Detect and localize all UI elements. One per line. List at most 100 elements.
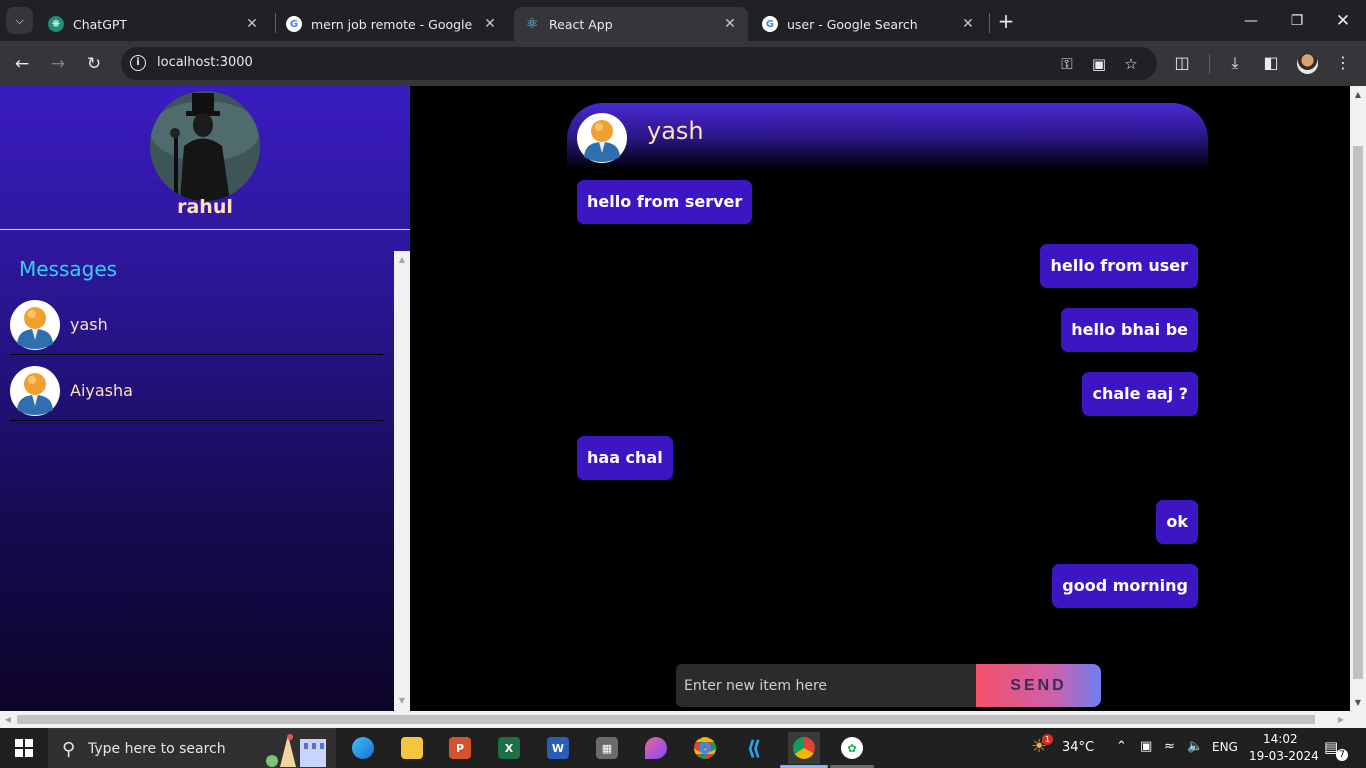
clock-date[interactable]: 19-03-2024 (1249, 749, 1319, 763)
close-icon[interactable]: ✕ (960, 16, 976, 32)
taskbar-search-placeholder: Type here to search (88, 741, 226, 757)
chevron-up-icon[interactable]: ⌃ (1116, 739, 1127, 754)
new-tab-button[interactable]: + (993, 8, 1019, 34)
minimize-button[interactable]: — (1228, 0, 1274, 41)
restore-button[interactable]: ❐ (1274, 0, 1320, 41)
chrome-icon (694, 737, 716, 759)
search-highlight-illustration-icon (266, 734, 326, 767)
message-bubble-outgoing: ok (1156, 500, 1198, 544)
taskbar-excel[interactable]: X (493, 732, 525, 764)
scroll-down-icon[interactable]: ▼ (398, 697, 406, 705)
language-indicator[interactable]: ENG (1212, 740, 1238, 754)
taskbar: ⚲ Type here to search P X W ▦ ⟪ ✿ ☀ 1 34… (0, 728, 1366, 768)
taskbar-paint[interactable] (640, 732, 672, 764)
vertical-scrollbar[interactable]: ▲ ▼ (1350, 86, 1366, 728)
more-menu-icon[interactable]: ⋮ (1332, 52, 1354, 74)
close-window-button[interactable]: ✕ (1320, 0, 1366, 41)
scroll-up-icon[interactable]: ▲ (1353, 90, 1363, 100)
tab-strip: ⌵ ❋ ChatGPT ✕ G mern job remote - Google… (0, 0, 1366, 41)
tab-title: ChatGPT (73, 16, 128, 32)
tab-title: React App (549, 16, 613, 32)
google-icon: G (286, 16, 302, 32)
taskbar-search[interactable]: ⚲ Type here to search (48, 728, 336, 768)
react-icon: ⚛ (525, 16, 539, 32)
taskbar-calculator[interactable]: ▦ (591, 732, 623, 764)
folder-icon (401, 737, 423, 759)
sidebar-scrollbar[interactable]: ▲ ▼ (394, 251, 410, 711)
taskbar-mongodb[interactable]: ✿ (836, 732, 868, 764)
star-icon[interactable]: ☆ (1121, 54, 1141, 74)
contact-name: yash (70, 315, 108, 334)
extensions-icon[interactable]: ◫ (1171, 52, 1193, 74)
horizontal-scroll-thumb[interactable] (17, 715, 1315, 724)
taskbar-powerpoint[interactable]: P (444, 732, 476, 764)
chat-header: yash (567, 103, 1208, 171)
forward-button[interactable]: → (44, 50, 72, 78)
address-bar[interactable]: i localhost:3000 ⚿ ▣ ☆ (121, 47, 1157, 80)
google-icon: G (762, 16, 778, 32)
horizontal-scrollbar[interactable]: ◀ ▶ (0, 711, 1350, 728)
download-icon[interactable]: ⤓ (1224, 52, 1246, 74)
send-button[interactable]: SEND (976, 664, 1101, 707)
windows-logo-icon (15, 739, 33, 757)
current-user-avatar[interactable] (150, 91, 260, 201)
tab-chatgpt[interactable]: ❋ ChatGPT ✕ (38, 7, 270, 41)
powerpoint-icon: P (449, 737, 471, 759)
arrow-right-icon: → (50, 54, 66, 74)
vertical-scroll-thumb[interactable] (1353, 146, 1363, 679)
weather-temperature[interactable]: 34°C (1062, 740, 1094, 755)
side-panel-icon[interactable]: ◧ (1260, 52, 1282, 74)
taskbar-chrome[interactable] (689, 732, 721, 764)
close-icon: ✕ (1335, 10, 1351, 31)
restore-icon: ❐ (1290, 12, 1304, 29)
reload-button[interactable]: ↻ (80, 50, 108, 78)
current-user-name: rahul (177, 196, 233, 218)
avatar-image (150, 91, 260, 201)
back-button[interactable]: ← (8, 50, 36, 78)
tab-title: mern job remote - Google Search (311, 16, 476, 32)
tab-mern-search[interactable]: G mern job remote - Google Search ✕ (276, 7, 508, 41)
taskbar-vscode[interactable]: ⟪ (738, 732, 770, 764)
site-info-icon[interactable]: i (130, 55, 146, 71)
message-input[interactable] (676, 664, 976, 707)
user-avatar-icon (577, 113, 627, 163)
reload-icon: ↻ (86, 54, 102, 74)
plus-icon: + (997, 9, 1015, 33)
taskbar-edge[interactable] (347, 732, 379, 764)
vscode-icon: ⟪ (746, 736, 762, 760)
chevron-down-icon: ⌵ (15, 13, 24, 27)
excel-icon: X (498, 737, 520, 759)
tab-user-search[interactable]: G user - Google Search ✕ (752, 7, 986, 41)
arrow-left-icon: ← (14, 54, 30, 74)
messages-heading: Messages (19, 257, 118, 281)
close-icon[interactable]: ✕ (482, 16, 498, 32)
tab-search-button[interactable]: ⌵ (6, 7, 33, 34)
close-icon[interactable]: ✕ (722, 16, 738, 32)
scroll-left-icon[interactable]: ◀ (3, 715, 13, 725)
taskbar-chrome-active[interactable] (788, 732, 820, 764)
scroll-up-icon[interactable]: ▲ (398, 256, 406, 264)
key-icon[interactable]: ⚿ (1057, 54, 1077, 74)
install-app-icon[interactable]: ▣ (1089, 54, 1109, 74)
scroll-down-icon[interactable]: ▼ (1353, 698, 1363, 708)
word-icon: W (547, 737, 569, 759)
contact-item-yash[interactable]: yash (10, 293, 383, 355)
scroll-right-icon[interactable]: ▶ (1336, 715, 1346, 725)
profile-avatar[interactable] (1297, 53, 1318, 74)
start-button[interactable] (0, 728, 48, 768)
close-icon[interactable]: ✕ (244, 16, 260, 32)
clock-time[interactable]: 14:02 (1263, 732, 1298, 746)
meet-now-icon[interactable]: ▣ (1140, 739, 1152, 754)
message-bubble-outgoing: hello bhai be (1061, 308, 1198, 352)
message-bubble-outgoing: good morning (1052, 564, 1198, 608)
contact-item-aiyasha[interactable]: Aiyasha (10, 359, 383, 421)
volume-icon[interactable]: 🔈 (1187, 739, 1203, 754)
browser-toolbar: ← → ↻ i localhost:3000 ⚿ ▣ ☆ ◫ ⤓ ◧ ⋮ (0, 41, 1366, 86)
message-composer: SEND (676, 664, 1101, 707)
url-text[interactable]: localhost:3000 (157, 55, 253, 70)
toolbar-divider (1209, 54, 1210, 74)
tab-react-app[interactable]: ⚛ React App ✕ (514, 7, 748, 41)
taskbar-file-explorer[interactable] (396, 732, 428, 764)
taskbar-word[interactable]: W (542, 732, 574, 764)
wifi-icon[interactable]: ≈ (1164, 739, 1175, 754)
